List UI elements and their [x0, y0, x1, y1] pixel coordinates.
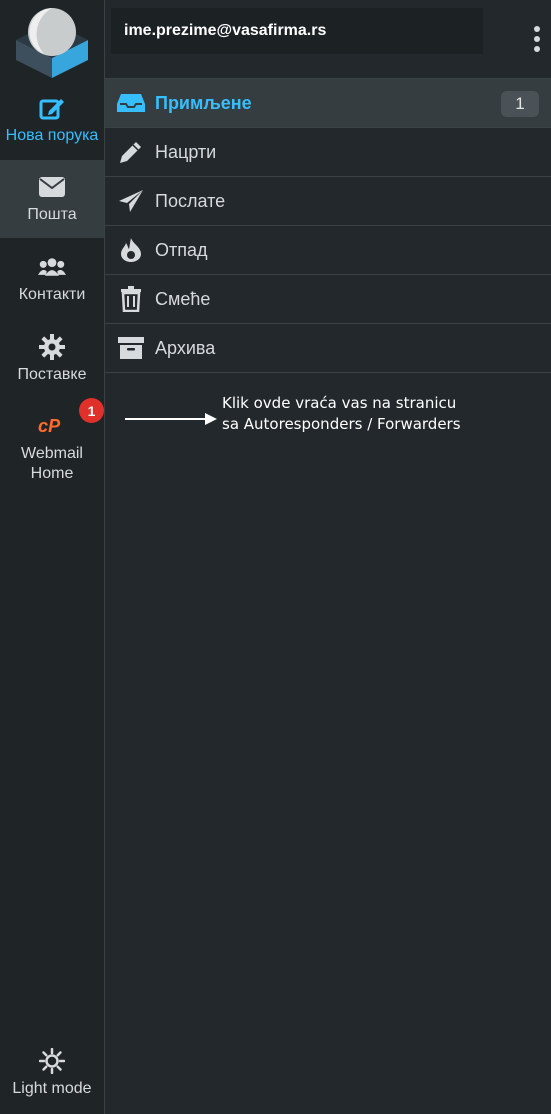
- pencil-icon: [117, 138, 145, 166]
- nav-mail[interactable]: Пошта: [0, 160, 104, 238]
- more-options-icon[interactable]: [533, 26, 541, 52]
- fire-icon: [117, 236, 145, 264]
- envelope-icon: [38, 173, 66, 201]
- annotation-line1: Klik ovde vraća vas na stranicu: [222, 394, 457, 412]
- folder-label: Смеће: [155, 288, 211, 309]
- folder-label: Отпад: [155, 239, 208, 260]
- folder-drafts[interactable]: Нацрти: [105, 128, 551, 177]
- mail-label: Пошта: [27, 206, 77, 223]
- nav-contacts[interactable]: Контакти: [0, 240, 104, 318]
- folder-sent[interactable]: Послате: [105, 177, 551, 226]
- settings-label: Поставке: [17, 366, 87, 383]
- annotation-arrow: [125, 413, 217, 425]
- svg-text:cP: cP: [38, 416, 61, 436]
- webmail-label-line2: Home: [30, 465, 74, 482]
- trash-icon: [117, 285, 145, 313]
- light-mode-label: Light mode: [12, 1080, 92, 1097]
- inbox-icon: [117, 89, 145, 117]
- compose-button[interactable]: Нова порука: [0, 88, 104, 152]
- sun-icon: [38, 1047, 66, 1075]
- edit-icon: [38, 94, 66, 122]
- folder-archive[interactable]: Архива: [105, 324, 551, 373]
- folder-label: Нацрти: [155, 141, 217, 162]
- folder-label: Послате: [155, 190, 226, 211]
- annotation-note: Klik ovde vraća vas na stranicu sa Autor…: [222, 393, 542, 435]
- contacts-label: Контакти: [18, 286, 86, 303]
- light-mode-toggle[interactable]: Light mode: [0, 1040, 104, 1106]
- header: ime.prezime@vasafirma.rs: [105, 0, 551, 79]
- folder-list: Примљене 1 Нацрти Послате Отпад Смеће Ар…: [105, 79, 551, 373]
- folder-junk[interactable]: Отпад: [105, 226, 551, 275]
- gear-icon: [38, 333, 66, 361]
- annotation-line2: sa Autoresponders / Forwarders: [222, 415, 461, 433]
- folder-label: Примљене: [155, 92, 252, 113]
- folder-inbox[interactable]: Примљене 1: [105, 79, 551, 128]
- navigation-rail: Нова порука Пошта Контакти Поставке cP W…: [0, 0, 105, 1114]
- paper-plane-icon: [117, 187, 145, 215]
- users-icon: [38, 253, 66, 281]
- folder-trash[interactable]: Смеће: [105, 275, 551, 324]
- roundcube-logo[interactable]: [14, 4, 90, 78]
- folder-label: Архива: [155, 337, 216, 358]
- nav-settings[interactable]: Поставке: [0, 320, 104, 398]
- webmail-label-line1: Webmail: [21, 445, 83, 462]
- archive-icon: [117, 334, 145, 362]
- unread-count: 1: [501, 91, 539, 117]
- notification-badge: 1: [79, 398, 104, 423]
- account-email: ime.prezime@vasafirma.rs: [111, 8, 483, 54]
- compose-label: Нова порука: [5, 127, 99, 144]
- cpanel-icon: cP: [38, 412, 66, 440]
